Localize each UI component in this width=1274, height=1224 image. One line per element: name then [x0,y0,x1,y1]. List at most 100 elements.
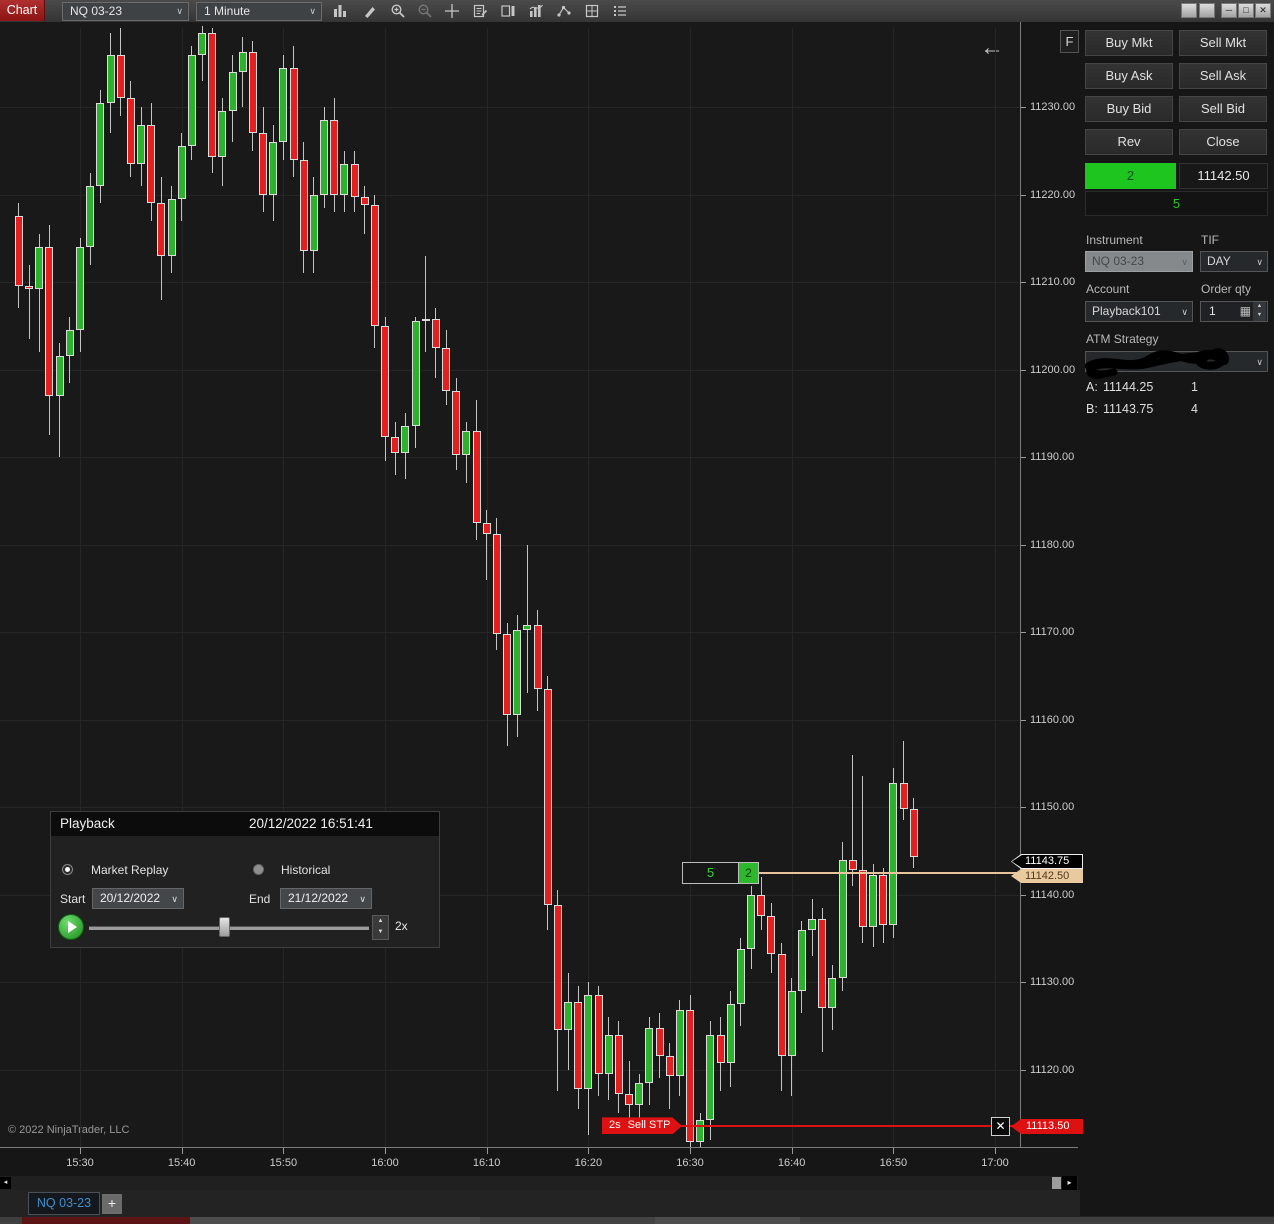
rev-button[interactable]: Rev [1085,129,1173,155]
price-tick [1021,457,1026,458]
chevron-down-icon: ∨ [359,894,366,904]
bid-size: 4 [1191,402,1198,416]
candle-up [797,929,806,991]
minimize-button[interactable]: ─ [1221,3,1237,18]
crosshair-icon[interactable] [442,2,462,20]
cancel-stop-button[interactable]: ✕ [991,1117,1010,1137]
sell-bid-button[interactable]: Sell Bid [1179,96,1267,122]
playback-title: Playback [60,816,115,831]
start-date-value: 20/12/2022 [100,891,161,905]
tif-value: DAY [1207,254,1231,268]
spin-down-icon[interactable]: ▼ [1253,311,1266,320]
candle-up [706,1034,715,1120]
price-tick [1021,194,1026,196]
price-axis[interactable]: F 11143.75 11142.50 11113.50 11230.00 112… [1011,22,1083,1147]
focus-button[interactable]: F [1060,30,1079,53]
candle-up [736,949,745,1004]
spin-up-icon[interactable]: ▲ [1253,302,1266,311]
maximize-button[interactable]: □ [1238,3,1254,18]
tif-select[interactable]: DAY ∨ [1200,251,1268,272]
entry-order-line[interactable] [758,871,1020,874]
add-tab-button[interactable]: + [102,1194,122,1214]
copyright-text: © 2022 NinjaTrader, LLC [8,1124,130,1136]
vertical-gridline [995,28,996,1147]
stop-qty-cell[interactable]: 5 [682,861,739,884]
pencil-icon[interactable] [360,2,380,20]
link-button-2[interactable] [1199,3,1215,18]
horizontal-gridline [0,544,1020,546]
tab-nq-03-23[interactable]: NQ 03-23 [28,1192,100,1215]
end-date-value: 21/12/2022 [288,891,349,905]
sell-ask-button[interactable]: Sell Ask [1179,63,1267,89]
last-price-tag: 11143.75 [1011,854,1083,869]
start-date-select[interactable]: 20/12/2022 ∨ [92,888,184,909]
stop-order-label[interactable]: 2s Sell STP [602,1117,682,1135]
candle-up [889,782,898,926]
time-tick [995,1148,996,1154]
candle-down [553,905,562,1031]
bars-icon[interactable] [330,2,350,20]
time-axis[interactable]: 15:30 15:40 15:50 16:00 16:10 16:20 16:30 16:40… [0,1147,1078,1177]
ask-quote-row: A: 11144.25 1 [1086,380,1198,394]
link-button-1[interactable] [1181,3,1197,18]
scrollbar-thumb[interactable] [1052,1177,1061,1189]
back-arrow-icon[interactable]: ← [980,34,1004,62]
playback-header[interactable]: Playback 20/12/2022 16:51:41 [51,812,439,836]
buy-ask-button[interactable]: Buy Ask [1085,63,1173,89]
notes-icon[interactable] [470,2,490,20]
spin-down-icon[interactable]: ▼ [373,927,388,938]
panel-instrument-value: NQ 03-23 [1092,254,1145,268]
interval-selector[interactable]: 1 Minute ∨ [196,2,322,21]
candle-down [299,159,308,252]
horizontal-scrollbar[interactable]: ◂ ▸ [0,1176,1078,1190]
candle-down [350,163,359,197]
horizontal-gridline [0,369,1020,371]
historical-radio[interactable] [253,864,264,875]
speed-spinner[interactable]: ▲ ▼ [372,915,389,940]
spin-up-icon[interactable]: ▲ [373,916,388,927]
position-qty-chip[interactable]: 2 [739,861,759,884]
candle-up [218,111,227,158]
polyline-icon[interactable] [554,2,574,20]
instrument-selector[interactable]: NQ 03-23 ∨ [62,2,189,21]
buy-mkt-button[interactable]: Buy Mkt [1085,30,1173,56]
list-icon[interactable] [610,2,630,20]
position-price: 11142.50 [1179,163,1268,189]
zoom-in-icon[interactable] [388,2,408,20]
candle-down [452,391,461,455]
atm-strategy-select[interactable]: ∨ [1084,348,1268,379]
chart-window: Chart NQ 03-23 ∨ 1 Minute ∨ ─ □ ✕ ← © 20… [0,0,1274,1224]
indicators-icon[interactable] [526,2,546,20]
grid-icon[interactable] [582,2,602,20]
buy-bid-button[interactable]: Buy Bid [1085,96,1173,122]
qty-spinner[interactable]: ▲ ▼ [1253,302,1266,321]
scroll-right-icon[interactable]: ▸ [1062,1176,1077,1190]
time-tick [893,1148,895,1154]
chevron-down-icon: ∨ [1181,257,1188,267]
entry-qty-box[interactable]: 5 2 [682,861,759,884]
zoom-out-icon[interactable] [415,2,435,20]
candle-up [838,859,847,978]
account-select[interactable]: Playback101 ∨ [1085,301,1193,322]
candle-up [635,1082,644,1105]
chart-trader-icon[interactable] [498,2,518,20]
candle-down [655,1027,664,1057]
instrument-label: Instrument [1086,233,1143,247]
price-chart[interactable]: ← © 2022 NinjaTrader, LLC 5 2 2s Sell STP… [0,22,1020,1147]
close-position-button[interactable]: Close [1179,129,1267,155]
horizontal-gridline [0,982,1020,983]
market-replay-radio[interactable] [62,864,73,875]
order-qty-label: Order qty [1201,282,1252,296]
candle-down [157,203,166,256]
order-qty-input[interactable]: 1 ▦ ▲ ▼ [1200,301,1268,322]
tif-label: TIF [1201,233,1219,247]
stop-qty-text: 2s [609,1119,621,1132]
candle-down [482,522,491,534]
close-window-button[interactable]: ✕ [1255,3,1271,18]
end-date-select[interactable]: 21/12/2022 ∨ [280,888,372,909]
calculator-icon[interactable]: ▦ [1240,302,1251,321]
play-button[interactable] [58,914,84,940]
sell-mkt-button[interactable]: Sell Mkt [1179,30,1267,56]
playback-slider-thumb[interactable] [219,917,230,937]
scroll-left-icon[interactable]: ◂ [0,1177,11,1189]
